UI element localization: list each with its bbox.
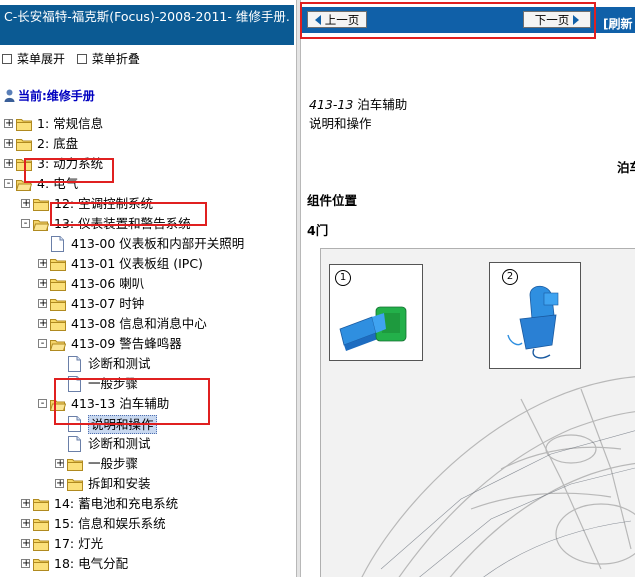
document-icon	[51, 236, 64, 252]
tree-item[interactable]: +413-08 信息和消息中心	[0, 314, 296, 334]
folder-icon	[33, 557, 49, 571]
folder-icon	[16, 117, 32, 131]
expand-icon	[2, 53, 12, 64]
tree-item[interactable]: +14: 蓄电池和充电系统	[0, 494, 296, 514]
highlight-electrical	[24, 158, 114, 183]
tree-item[interactable]: +413-07 时钟	[0, 294, 296, 314]
tree-item[interactable]: +413-01 仪表板组 (IPC)	[0, 254, 296, 274]
expand-toggle-icon[interactable]: +	[55, 459, 64, 469]
highlight-nav-bar	[300, 2, 596, 39]
folder-icon	[16, 137, 32, 151]
tree-item-label: 413-08 信息和消息中心	[71, 316, 207, 331]
tree-item[interactable]: 诊断和测试	[0, 354, 296, 374]
expand-toggle-icon[interactable]: +	[55, 479, 64, 489]
parking-sensor-illustration	[339, 306, 407, 351]
expand-label: 菜单展开	[17, 52, 66, 66]
expand-toggle-icon[interactable]: +	[38, 259, 47, 269]
tree-item-label: 2: 底盘	[37, 136, 79, 151]
expand-toggle-icon[interactable]: +	[21, 559, 30, 569]
folder-open-icon	[32, 217, 50, 231]
collapse-all-button[interactable]: 菜单折叠	[76, 52, 140, 66]
tree-item[interactable]: 诊断和测试	[0, 434, 296, 454]
callout-box-1: 1	[329, 264, 423, 361]
expand-toggle-icon[interactable]: +	[21, 539, 30, 549]
menu-toolbar: 菜单展开 菜单折叠	[2, 50, 148, 67]
folder-icon	[50, 317, 66, 331]
sensor-bracket-illustration	[507, 285, 559, 359]
refresh-link[interactable]: [刷新	[603, 15, 633, 32]
content-panel: 上一页 下一页 [刷新 413-13 泊车辅助 说明和操作 泊车 组件位置 4门	[301, 0, 635, 577]
folder-icon	[50, 297, 66, 311]
manual-title-bar: C-长安福特-福克斯(Focus)-2008-2011- 维修手册.	[0, 5, 294, 45]
folder-icon	[33, 497, 49, 511]
tree-item-label: 1: 常规信息	[37, 116, 104, 131]
folder-open-icon	[49, 337, 67, 351]
document-icon	[68, 436, 81, 452]
collapse-toggle-icon[interactable]: -	[4, 179, 13, 189]
center-heading: 泊车	[617, 160, 635, 175]
document-icon	[68, 356, 81, 372]
collapse-toggle-icon[interactable]: -	[21, 219, 30, 229]
expand-toggle-icon[interactable]: +	[21, 519, 30, 529]
section-name: 泊车辅助	[357, 97, 408, 112]
tree-item-label: 15: 信息和娱乐系统	[54, 516, 166, 531]
tree-item-label: 413-00 仪表板和内部开关照明	[71, 236, 245, 251]
callout-number-1: 1	[335, 270, 351, 286]
section-heading: 413-13 泊车辅助	[309, 94, 407, 113]
tree-item[interactable]: +2: 底盘	[0, 134, 296, 154]
tree-item-label: 413-06 喇叭	[71, 276, 145, 291]
tree-item[interactable]: + 一般步骤	[0, 454, 296, 474]
folder-icon	[50, 257, 66, 271]
tree-item-label: 14: 蓄电池和充电系统	[54, 496, 179, 511]
tree-item-label: 一般步骤	[88, 456, 139, 471]
component-location-diagram: 1 2	[320, 248, 635, 577]
tree-item[interactable]: +1: 常规信息	[0, 114, 296, 134]
current-location-link[interactable]: 当前:维修手册	[4, 87, 95, 104]
tree-item-label: 18: 电气分配	[54, 556, 129, 571]
expand-toggle-icon[interactable]: +	[4, 139, 13, 149]
variant-label: 4门	[307, 223, 329, 238]
section-code: 413-13	[309, 97, 354, 112]
user-icon	[4, 89, 15, 102]
tree-item[interactable]: + 拆卸和安装	[0, 474, 296, 494]
section-subtitle: 说明和操作	[309, 116, 372, 131]
folder-icon	[33, 197, 49, 211]
expand-toggle-icon[interactable]: +	[38, 319, 47, 329]
tree-item[interactable]: +15: 信息和娱乐系统	[0, 514, 296, 534]
component-location-heading: 组件位置	[307, 193, 358, 208]
current-location-label: 当前:维修手册	[18, 89, 95, 103]
tree-item-label: 诊断和测试	[88, 436, 151, 451]
callout-box-2: 2	[489, 262, 581, 369]
expand-toggle-icon[interactable]: +	[21, 199, 30, 209]
collapse-label: 菜单折叠	[91, 52, 140, 66]
tree-item[interactable]: 413-00 仪表板和内部开关照明	[0, 234, 296, 254]
collapse-toggle-icon[interactable]: -	[38, 339, 47, 349]
expand-toggle-icon[interactable]: +	[4, 159, 13, 169]
tree-item-label: 413-07 时钟	[71, 296, 145, 311]
expand-toggle-icon[interactable]: +	[21, 499, 30, 509]
tree-item-label: 拆卸和安装	[88, 476, 151, 491]
tree-item[interactable]: +413-06 喇叭	[0, 274, 296, 294]
highlight-instrument	[50, 202, 207, 226]
folder-icon	[67, 457, 83, 471]
expand-all-button[interactable]: 菜单展开	[2, 52, 65, 66]
expand-toggle-icon[interactable]: +	[38, 279, 47, 289]
expand-toggle-icon[interactable]: +	[4, 119, 13, 129]
folder-icon	[50, 277, 66, 291]
tree-item[interactable]: +17: 灯光	[0, 534, 296, 554]
folder-icon	[67, 477, 83, 491]
folder-icon	[33, 537, 49, 551]
tree-item-label: 诊断和测试	[88, 356, 151, 371]
tree-item[interactable]: - 413-09 警告蜂鸣器	[0, 334, 296, 354]
highlight-parking-aid	[54, 378, 210, 425]
collapse-toggle-icon[interactable]: -	[38, 399, 47, 409]
tree-item-label: 413-09 警告蜂鸣器	[71, 336, 182, 351]
tree-item-label: 413-01 仪表板组 (IPC)	[71, 256, 203, 271]
collapse-icon	[76, 53, 87, 64]
tree-item-label: 17: 灯光	[54, 536, 104, 551]
tree-item[interactable]: +18: 电气分配	[0, 554, 296, 574]
navigation-panel: C-长安福特-福克斯(Focus)-2008-2011- 维修手册. 菜单展开 …	[0, 0, 296, 577]
expand-toggle-icon[interactable]: +	[38, 299, 47, 309]
folder-icon	[33, 517, 49, 531]
